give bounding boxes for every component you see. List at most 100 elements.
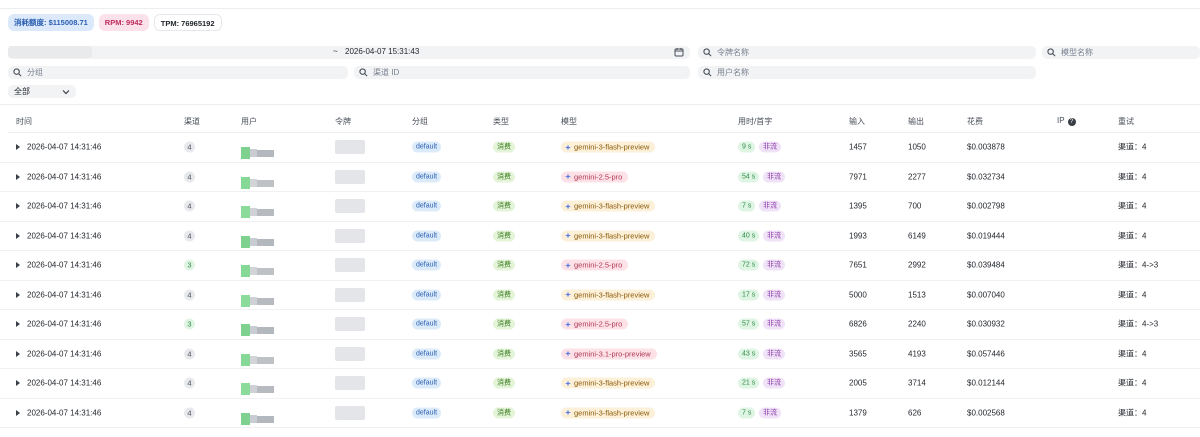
duration-badge: 40 s xyxy=(738,230,760,242)
table-row[interactable]: 2026-04-07 14:31:46 4 default 消费 gemini-3-fl… xyxy=(0,192,1200,222)
token-redacted xyxy=(335,169,365,184)
date-end-value[interactable]: 2026-04-07 15:31:43 xyxy=(345,47,419,56)
cost-value: $0.030932 xyxy=(967,319,1005,329)
expand-caret-icon[interactable] xyxy=(16,203,20,210)
col-group[interactable]: 分组 xyxy=(412,116,428,127)
retry-info: 渠道：4 xyxy=(1118,378,1147,388)
table-row[interactable]: 2026-04-07 14:31:46 4 default 消费 gemini-3.1-… xyxy=(0,340,1200,369)
sparkle-icon xyxy=(565,321,571,328)
cost-value: $0.012144 xyxy=(967,378,1005,388)
model-badge[interactable]: gemini-2.5-pro xyxy=(561,318,629,330)
retry-info: 渠道：4 xyxy=(1118,172,1147,182)
model-badge[interactable]: gemini-2.5-pro xyxy=(561,171,629,183)
model-badge[interactable]: gemini-3-flash-preview xyxy=(561,230,656,242)
channel-id-input[interactable]: 渠道 ID xyxy=(354,66,690,79)
type-badge: 消费 xyxy=(493,407,515,419)
table-row[interactable]: 2026-04-07 14:31:46 4 default 消费 gemini-3-fl… xyxy=(0,222,1200,251)
cost-value: $0.039484 xyxy=(967,260,1005,270)
model-badge[interactable]: gemini-3-flash-preview xyxy=(561,407,656,419)
table-row[interactable]: 2026-04-07 14:31:46 4 default 消费 gemini-2.5-… xyxy=(0,163,1200,192)
token-redacted xyxy=(335,317,365,332)
table-row[interactable]: 2026-04-07 14:31:46 3 default 消费 gemini-2.5-… xyxy=(0,310,1200,340)
retry-info: 渠道：4 xyxy=(1118,290,1147,300)
sparkle-icon xyxy=(565,409,571,416)
model-name: gemini-3-flash-preview xyxy=(574,408,650,418)
model-badge[interactable]: gemini-3-flash-preview xyxy=(561,289,656,301)
model-badge[interactable]: gemini-3-flash-preview xyxy=(561,200,656,212)
retry-info: 渠道：4 xyxy=(1118,231,1147,241)
col-retry[interactable]: 重试 xyxy=(1118,116,1134,127)
channel-badge: 3 xyxy=(184,259,195,271)
row-time: 2026-04-07 14:31:46 xyxy=(27,319,102,329)
expand-caret-icon[interactable] xyxy=(16,291,20,298)
table-row[interactable]: 2026-04-07 14:31:46 4 default 消费 gemini-3-fl… xyxy=(0,399,1200,428)
col-model[interactable]: 模型 xyxy=(561,116,577,127)
col-ip[interactable]: IP? xyxy=(1057,116,1076,126)
group-badge: default xyxy=(412,230,442,242)
output-tokens: 1513 xyxy=(908,290,926,300)
type-badge: 消费 xyxy=(493,318,515,330)
col-duration[interactable]: 用时/首字 xyxy=(738,116,772,127)
help-circle-icon[interactable]: ? xyxy=(1067,118,1076,126)
group-input[interactable]: 分组 xyxy=(8,66,348,79)
model-badge[interactable]: gemini-2.5-pro xyxy=(561,259,629,271)
token-name-placeholder: 令牌名称 xyxy=(717,48,749,57)
col-channel[interactable]: 渠道 xyxy=(184,116,200,127)
token-name-input[interactable]: 令牌名称 xyxy=(698,46,1036,59)
channel-badge: 4 xyxy=(184,348,195,360)
input-tokens: 1457 xyxy=(849,142,867,152)
input-tokens: 7971 xyxy=(849,172,867,182)
table-row[interactable]: 2026-04-07 14:31:46 3 default 消费 gemini-2.5-… xyxy=(0,251,1200,281)
type-badge: 消费 xyxy=(493,377,515,389)
col-time[interactable]: 时间 xyxy=(16,116,32,127)
model-badge[interactable]: gemini-3-flash-preview xyxy=(561,377,656,389)
group-badge: default xyxy=(412,141,442,153)
table-row[interactable]: 2026-04-07 14:31:46 4 default 消费 gemini-3-fl… xyxy=(0,133,1200,163)
expand-caret-icon[interactable] xyxy=(16,380,20,387)
group-badge: default xyxy=(412,171,442,183)
model-name-input[interactable]: 模型名称 xyxy=(1042,46,1200,59)
duration-badge: 7 s xyxy=(738,200,756,212)
type-badge: 消费 xyxy=(493,171,515,183)
model-name: gemini-3-flash-preview xyxy=(574,201,650,211)
sparkle-icon xyxy=(565,144,571,151)
log-type-select[interactable]: 全部 xyxy=(8,85,76,98)
col-user[interactable]: 用户 xyxy=(241,116,257,127)
input-tokens: 6826 xyxy=(849,319,867,329)
output-tokens: 626 xyxy=(908,408,922,418)
col-cost[interactable]: 花费 xyxy=(967,116,983,127)
model-badge[interactable]: gemini-3-flash-preview xyxy=(561,141,656,153)
duration-badge: 54 s xyxy=(738,171,760,183)
group-badge: default xyxy=(412,259,442,271)
model-name: gemini-3-flash-preview xyxy=(574,142,650,152)
duration-badge: 17 s xyxy=(738,289,760,301)
group-badge: default xyxy=(412,407,442,419)
user-name-input[interactable]: 用户名称 xyxy=(698,66,1036,79)
col-type[interactable]: 类型 xyxy=(493,116,509,127)
expand-caret-icon[interactable] xyxy=(16,321,20,328)
group-placeholder: 分组 xyxy=(27,68,43,77)
table-row[interactable]: 2026-04-07 14:31:46 4 default 消费 gemini-3-fl… xyxy=(0,281,1200,310)
col-output[interactable]: 输出 xyxy=(908,116,924,127)
row-time: 2026-04-07 14:31:46 xyxy=(27,260,102,270)
model-badge[interactable]: gemini-3.1-pro-preview xyxy=(561,348,657,360)
output-tokens: 6149 xyxy=(908,231,926,241)
expand-caret-icon[interactable] xyxy=(16,232,20,239)
channel-id-placeholder: 渠道 ID xyxy=(373,68,400,77)
expand-caret-icon[interactable] xyxy=(16,144,20,151)
expand-caret-icon[interactable] xyxy=(16,262,20,269)
type-badge: 消费 xyxy=(493,141,515,153)
expand-caret-icon[interactable] xyxy=(16,350,20,357)
table-row[interactable]: 2026-04-07 14:31:46 4 default 消费 gemini-3-fl… xyxy=(0,369,1200,399)
quota-badge: 消耗额度: $115008.71 xyxy=(8,14,94,31)
expand-caret-icon[interactable] xyxy=(16,173,20,180)
output-tokens: 2277 xyxy=(908,172,926,182)
expand-caret-icon[interactable] xyxy=(16,409,20,416)
token-redacted xyxy=(335,287,365,302)
calendar-icon[interactable] xyxy=(674,47,684,57)
col-token[interactable]: 令牌 xyxy=(335,116,351,127)
sparkle-icon xyxy=(565,262,571,269)
date-start-redacted[interactable] xyxy=(8,46,92,58)
cost-value: $0.002568 xyxy=(967,408,1005,418)
col-input[interactable]: 输入 xyxy=(849,116,865,127)
